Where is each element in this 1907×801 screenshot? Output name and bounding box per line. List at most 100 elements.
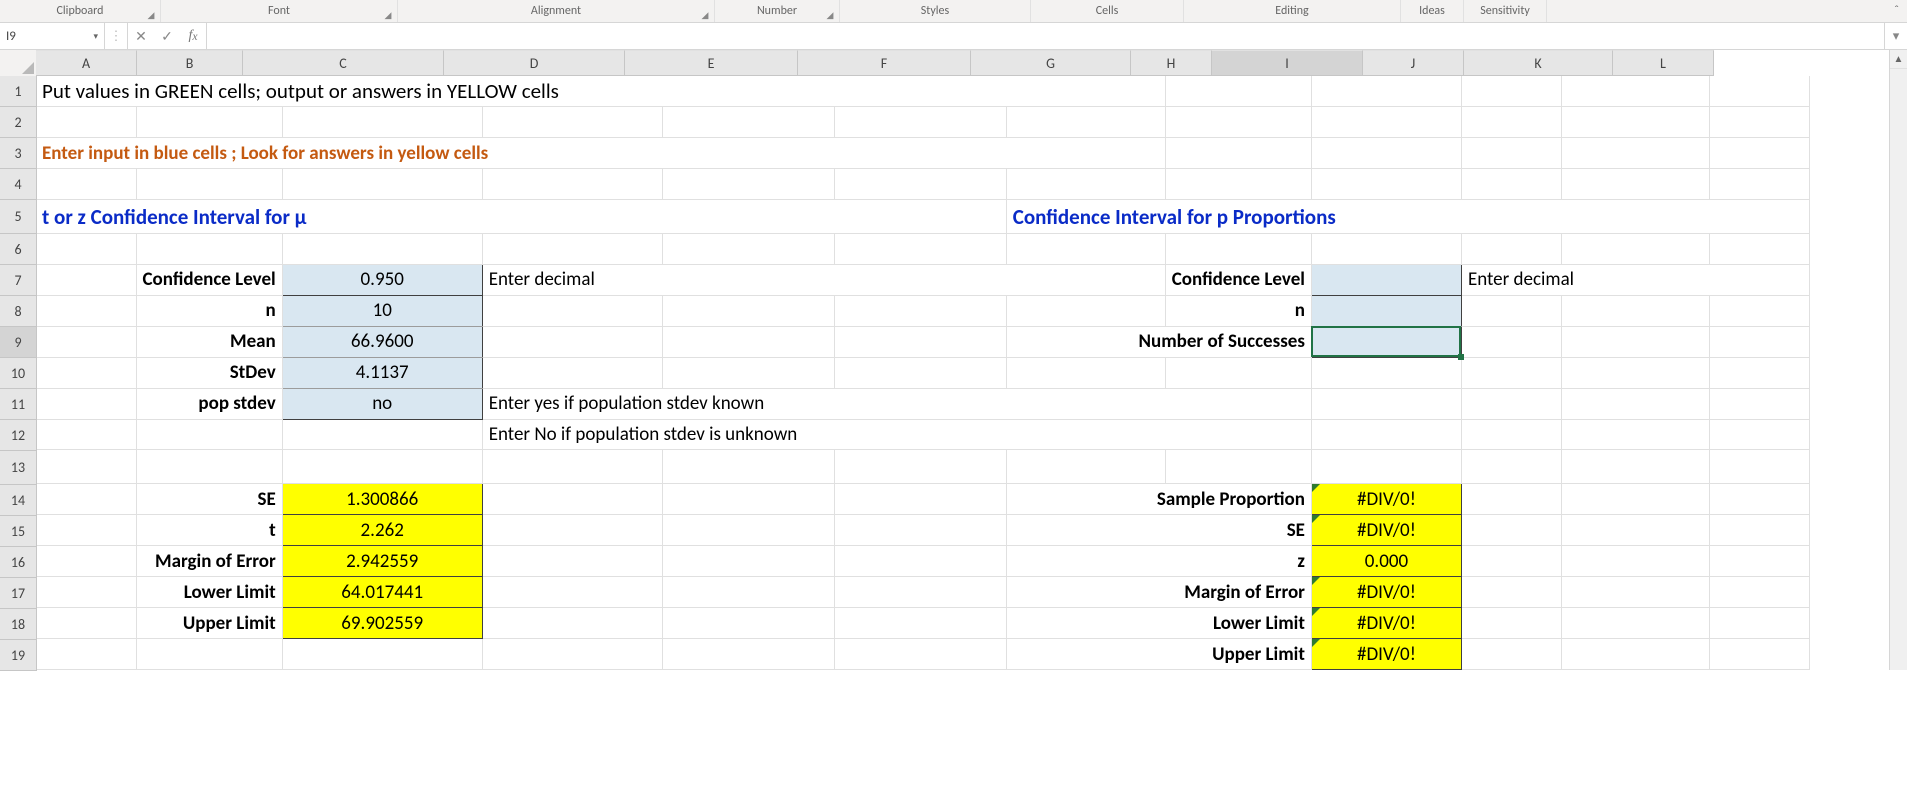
cell-D6[interactable] [482,234,662,265]
cell-G10[interactable] [1006,357,1165,388]
cell-D19[interactable] [482,639,662,670]
cell-F13[interactable] [834,450,1006,484]
column-header-C[interactable]: C [243,50,444,76]
cell-G1[interactable] [1006,76,1165,107]
cell-I3[interactable] [1311,138,1461,169]
cell-K1[interactable] [1561,76,1709,107]
chevron-down-icon[interactable]: ▾ [93,31,98,42]
cell-K11[interactable] [1561,388,1709,419]
cell-G4[interactable] [1006,169,1165,200]
cell-B4[interactable] [136,169,282,200]
cell-I4[interactable] [1311,169,1461,200]
label[interactable]: pop stdev [136,388,282,419]
row-header-7[interactable]: 7 [0,265,37,296]
cell-J1[interactable] [1461,76,1561,107]
cell-G3[interactable] [1006,138,1165,169]
cell-B13[interactable] [136,450,282,484]
cell-K17[interactable] [1561,577,1709,608]
cell-C6[interactable] [282,234,482,265]
label[interactable]: Lower Limit [136,577,282,608]
cell-I1[interactable] [1311,76,1461,107]
cell-J19[interactable] [1461,639,1561,670]
column-header-L[interactable]: L [1613,50,1714,76]
row-header-6[interactable]: 6 [0,234,37,265]
ribbon-group-alignment[interactable]: Alignment ◢ [398,0,715,22]
cell-L11[interactable] [1709,388,1809,419]
label[interactable]: Lower Limit [1006,608,1311,639]
label[interactable]: SE [136,484,282,515]
cell-A6[interactable] [36,234,136,265]
cell-J12[interactable] [1461,419,1561,450]
cell-K6[interactable] [1561,234,1709,265]
cell-H3[interactable] [1165,138,1311,169]
cell-L10[interactable] [1709,357,1809,388]
row-header-2[interactable]: 2 [0,107,37,138]
cell-C13[interactable] [282,450,482,484]
cell-H1[interactable] [1165,76,1311,107]
cell-D16[interactable] [482,546,662,577]
output-cell[interactable]: #DIV/0! [1311,515,1461,546]
cell-K8[interactable] [1561,295,1709,326]
label[interactable]: Sample Proportion [1006,484,1311,515]
cell-K19[interactable] [1561,639,1709,670]
dialog-launcher-icon[interactable]: ◢ [700,10,710,20]
cell-A14[interactable] [36,484,136,515]
column-header-G[interactable]: G [971,50,1131,76]
cell-E19[interactable] [662,639,834,670]
column-header-K[interactable]: K [1464,50,1613,76]
cell-I11[interactable] [1311,388,1461,419]
cell-F16[interactable] [834,546,1006,577]
cell-F14[interactable] [834,484,1006,515]
cell-H4[interactable] [1165,169,1311,200]
cell-I6[interactable] [1311,234,1461,265]
cell-L2[interactable] [1709,107,1809,138]
cell-L6[interactable] [1709,234,1809,265]
cell-K14[interactable] [1561,484,1709,515]
cell-D17[interactable] [482,577,662,608]
dialog-launcher-icon[interactable]: ◢ [146,10,156,20]
cell-J18[interactable] [1461,608,1561,639]
cell-K15[interactable] [1561,515,1709,546]
scroll-up-icon[interactable]: ▲ [1890,50,1907,69]
heading-ci-mu[interactable]: t or z Confidence Interval for μ [36,200,834,234]
cell-J6[interactable] [1461,234,1561,265]
cell-L3[interactable] [1709,138,1809,169]
row-header-11[interactable]: 11 [0,389,37,420]
cell-K18[interactable] [1561,608,1709,639]
output-cell[interactable]: 2.262 [282,515,482,546]
label[interactable]: t [136,515,282,546]
cell-J9[interactable] [1461,326,1561,357]
cell-F6[interactable] [834,234,1006,265]
label[interactable]: Number of Successes [1006,326,1311,357]
cell-F19[interactable] [834,639,1006,670]
row-header-3[interactable]: 3 [0,138,37,169]
cell-L5[interactable] [1709,200,1809,234]
cell-F4[interactable] [834,169,1006,200]
vertical-scrollbar[interactable]: ▲ [1889,50,1907,670]
row-header-14[interactable]: 14 [0,485,37,516]
cell-C12[interactable] [282,419,482,450]
output-cell[interactable]: #DIV/0! [1311,608,1461,639]
label[interactable]: Upper Limit [1006,639,1311,670]
cell-D4[interactable] [482,169,662,200]
cell-E14[interactable] [662,484,834,515]
cell-A7[interactable] [36,265,136,296]
cell-L9[interactable] [1709,326,1809,357]
label[interactable]: Confidence Level [1165,265,1311,296]
input-cell[interactable]: 0.950 [282,265,482,296]
cell-H2[interactable] [1165,107,1311,138]
cell-E9[interactable] [662,326,834,357]
label[interactable]: Upper Limit [136,608,282,639]
dialog-launcher-icon[interactable]: ◢ [825,10,835,20]
cell-E15[interactable] [662,515,834,546]
row-header-10[interactable]: 10 [0,358,37,389]
cell-K3[interactable] [1561,138,1709,169]
cell-D10[interactable] [482,357,662,388]
cell-H12[interactable] [1165,419,1311,450]
cell-K4[interactable] [1561,169,1709,200]
cell-I2[interactable] [1311,107,1461,138]
cell-G8[interactable] [1006,295,1165,326]
cell-F5[interactable] [834,200,1006,234]
output-cell[interactable]: #DIV/0! [1311,639,1461,670]
cell-L15[interactable] [1709,515,1809,546]
